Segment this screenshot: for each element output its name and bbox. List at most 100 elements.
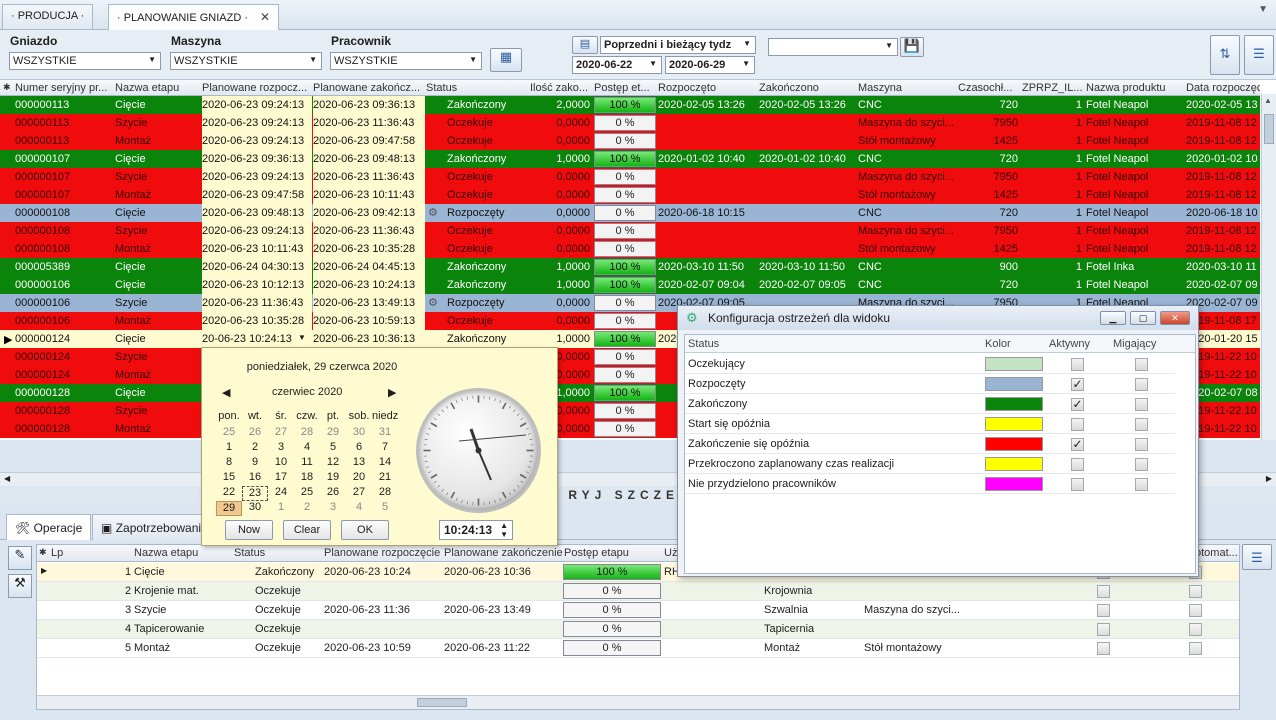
cell-pr[interactable]: 2020-06-23 09:24:13: [202, 171, 310, 183]
cell-data[interactable]: 2019-11-08 12: [1186, 117, 1260, 129]
edit-button[interactable]: ✎: [8, 546, 32, 570]
cell-pz[interactable]: 2020-06-23 13:49: [444, 604, 564, 616]
cell-czas[interactable]: 1425: [958, 243, 1018, 255]
cell-ilosc[interactable]: 1,0000: [530, 261, 590, 273]
cell-sn[interactable]: 000000124: [15, 369, 113, 381]
grid-layout-button[interactable]: ▦: [490, 48, 522, 72]
cell-pr[interactable]: 2020-06-23 11:36: [324, 604, 444, 616]
calendar-day[interactable]: 27: [346, 486, 372, 501]
ok-button[interactable]: OK: [341, 520, 389, 540]
cell-etap[interactable]: Szycie: [115, 405, 199, 417]
cell-ilosc[interactable]: 1,0000: [530, 279, 590, 291]
cell-data[interactable]: 2019-11-08 12: [1186, 243, 1260, 255]
next-month-button[interactable]: ▶: [388, 386, 396, 399]
cell-sn[interactable]: 000000107: [15, 153, 113, 165]
scrollbar-thumb[interactable]: [417, 698, 467, 707]
calendar-day[interactable]: 29: [320, 426, 346, 441]
cell-pz[interactable]: 2020-06-23 11:36:43: [313, 225, 421, 237]
calendar-day[interactable]: 31: [372, 426, 398, 441]
cell-maszyna[interactable]: Maszyna do szyci...: [864, 604, 974, 616]
table-row[interactable]: 000000108 Cięcie 2020-06-23 09:48:13 2020-0…: [0, 204, 1260, 222]
cell-sn[interactable]: 000000106: [15, 297, 113, 309]
checkbox[interactable]: [1097, 642, 1110, 655]
operation-row[interactable]: 3 Szycie Oczekuje 2020-06-23 11:36 2020-06-2…: [37, 601, 1239, 620]
blinking-checkbox[interactable]: [1135, 398, 1148, 411]
calendar-day[interactable]: 5: [372, 501, 398, 516]
alert-config-row[interactable]: Rozpoczęty ✓: [685, 374, 1175, 394]
cell-czas[interactable]: 720: [958, 279, 1018, 291]
cell-czas[interactable]: 900: [958, 261, 1018, 273]
checkbox[interactable]: [1189, 604, 1202, 617]
calendar-range-button[interactable]: ▤: [572, 36, 598, 54]
cell-maszyna[interactable]: Maszyna do szyci...: [858, 117, 956, 129]
cell-data[interactable]: 2020-02-07 09: [1186, 279, 1260, 291]
cell-sn[interactable]: 000000113: [15, 99, 113, 111]
cell-pr[interactable]: 2020-06-24 04:30:13: [202, 261, 310, 273]
cell-status[interactable]: Rozpoczęty: [447, 207, 527, 219]
cell-etap[interactable]: Montaż: [115, 369, 199, 381]
cell-pz[interactable]: 2020-06-23 13:49:13: [313, 297, 421, 309]
color-swatch[interactable]: [985, 457, 1043, 471]
column-chooser-button[interactable]: ☰: [1244, 35, 1274, 75]
col-header-lp[interactable]: Lp: [51, 547, 63, 559]
col-header-plan-start[interactable]: Planowane rozpocz...: [202, 82, 310, 94]
cell-sn[interactable]: 000000128: [15, 423, 113, 435]
cell-maszyna[interactable]: Stół montażowy: [858, 243, 956, 255]
chevron-down-icon[interactable]: ▼: [298, 333, 306, 342]
cell-maszyna[interactable]: Maszyna do szyci...: [858, 171, 956, 183]
cell-status[interactable]: Zakończony: [447, 99, 527, 111]
cell-pz[interactable]: 2020-06-23 10:36:13: [313, 333, 421, 345]
cell-maszyna[interactable]: CNC: [858, 99, 956, 111]
checkbox[interactable]: [1189, 642, 1202, 655]
cell-pz[interactable]: 2020-06-23 10:24:13: [313, 279, 421, 291]
cell-rozp[interactable]: 2020-03-10 11:50: [658, 261, 756, 273]
blinking-checkbox[interactable]: [1135, 418, 1148, 431]
cell-etap[interactable]: Cięcie: [134, 566, 234, 578]
tools-button[interactable]: ⚒: [8, 574, 32, 598]
active-checkbox[interactable]: [1071, 418, 1084, 431]
cell-pz[interactable]: 2020-06-23 09:42:13: [313, 207, 421, 219]
cell-maszyna[interactable]: CNC: [858, 153, 956, 165]
cell-prod[interactable]: Fotel Neapol: [1086, 207, 1184, 219]
table-row[interactable]: 000000107 Cięcie 2020-06-23 09:36:13 2020-0…: [0, 150, 1260, 168]
col-header-ilosc[interactable]: Ilość zako...: [530, 82, 592, 94]
spin-icon[interactable]: ▲ ▼: [500, 521, 508, 539]
calendar-day[interactable]: 7: [372, 441, 398, 456]
maszyna-select[interactable]: WSZYSTKIE ▼: [170, 52, 322, 70]
grid-vertical-scrollbar[interactable]: ▲: [1261, 94, 1276, 440]
active-checkbox[interactable]: ✓: [1071, 378, 1084, 391]
cell-status[interactable]: Oczekuje: [447, 243, 527, 255]
cell-status[interactable]: Rozpoczęty: [447, 297, 527, 309]
cell-zp[interactable]: 1: [1022, 207, 1082, 219]
active-checkbox[interactable]: [1071, 358, 1084, 371]
cell-status[interactable]: Zakończony: [447, 279, 527, 291]
col-header-rozpoczeto[interactable]: Rozpoczęto: [658, 82, 756, 94]
gniazdo-select[interactable]: WSZYSTKIE ▼: [9, 52, 161, 70]
cell-ilosc[interactable]: 0,0000: [530, 171, 590, 183]
cell-pr[interactable]: 2020-06-23 09:24:13: [202, 225, 310, 237]
calendar-day[interactable]: 18: [294, 471, 320, 486]
cell-zp[interactable]: 1: [1022, 153, 1082, 165]
cell-ilosc[interactable]: 1,0000: [530, 333, 590, 345]
cell-pz[interactable]: 2020-06-24 04:45:13: [313, 261, 421, 273]
col-header-status[interactable]: Status: [426, 82, 526, 94]
cell-pr[interactable]: 2020-06-23 09:24:13: [202, 117, 310, 129]
table-row[interactable]: 000000107 Szycie 2020-06-23 09:24:13 2020-0…: [0, 168, 1260, 186]
color-swatch[interactable]: [985, 437, 1043, 451]
pracownik-select[interactable]: WSZYSTKIE ▼: [330, 52, 482, 70]
cell-maszyna[interactable]: CNC: [858, 279, 956, 291]
cell-etap[interactable]: Tapicerowanie: [134, 623, 234, 635]
col-header-zakonczono[interactable]: Zakończono: [759, 82, 855, 94]
cell-sn[interactable]: 000000107: [15, 171, 113, 183]
save-button[interactable]: 💾: [900, 37, 924, 57]
calendar-day[interactable]: 25: [216, 426, 242, 441]
cell-sn[interactable]: 000000113: [15, 117, 113, 129]
scroll-left-icon[interactable]: ◀: [4, 474, 10, 483]
cell-pr[interactable]: 2020-06-23 09:24:13: [202, 135, 310, 147]
cell-zp[interactable]: 1: [1022, 243, 1082, 255]
cell-zp[interactable]: 1: [1022, 117, 1082, 129]
scroll-right-icon[interactable]: ▶: [1266, 474, 1272, 483]
cell-rozp[interactable]: 2020-02-05 13:26: [658, 99, 756, 111]
calendar-day[interactable]: 4: [346, 501, 372, 516]
cell-status[interactable]: Oczekuje: [255, 604, 325, 616]
